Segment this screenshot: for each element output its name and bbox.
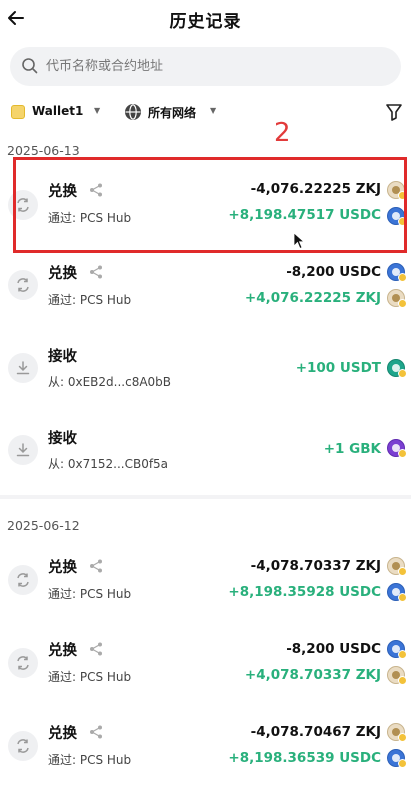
tx-subtitle: 从: 0xEB2d...c8A0bB	[48, 375, 172, 389]
chevron-down-icon[interactable]: ▼	[210, 106, 216, 115]
section-divider	[0, 495, 411, 499]
zkj-token-icon	[387, 289, 407, 308]
tx-amount-out: -4,078.70467 ZKJ	[250, 724, 381, 740]
share-icon[interactable]	[89, 559, 103, 573]
usdc-token-icon	[387, 640, 407, 659]
tx-type: 兑换	[48, 184, 77, 200]
zkj-token-icon	[387, 557, 407, 576]
tx-row[interactable]: 兑换 通过: PCS Hub -8,200 USDC +4,076.22225 …	[0, 252, 411, 322]
annotation-number: 2	[274, 118, 291, 148]
tx-subtitle: 通过: PCS Hub	[48, 211, 132, 225]
search-input[interactable]	[46, 56, 386, 76]
tx-amount-in: +8,198.47517 USDC	[228, 207, 381, 223]
filter-bar: Wallet1 ▼ 所有网络 ▼	[8, 101, 403, 123]
tx-amount-in: +4,076.22225 ZKJ	[244, 290, 381, 306]
tx-subtitle: 通过: PCS Hub	[48, 670, 132, 684]
share-icon[interactable]	[89, 642, 103, 656]
usdt-token-icon	[387, 359, 407, 378]
receive-icon	[8, 435, 38, 465]
tx-row[interactable]: 接收 从: 0x7152...CB0f5a +1 GBK	[0, 417, 411, 487]
tx-subtitle: 通过: PCS Hub	[48, 753, 132, 767]
tx-row[interactable]: 兑换 通过: PCS Hub -4,076.22225 ZKJ +8,198.4…	[0, 170, 411, 240]
swap-icon	[8, 270, 38, 300]
search-icon	[22, 58, 38, 74]
receive-icon	[8, 353, 38, 383]
zkj-token-icon	[387, 723, 407, 742]
tx-amount-out: -8,200 USDC	[286, 264, 381, 280]
tx-amount-out: -8,200 USDC	[286, 641, 381, 657]
swap-icon	[8, 731, 38, 761]
swap-icon	[8, 565, 38, 595]
tx-type: 兑换	[48, 643, 77, 659]
date-header: 2025-06-13	[7, 143, 80, 158]
tx-type: 接收	[48, 431, 77, 447]
page-title: 历史记录	[169, 12, 242, 32]
tx-amount-in: +1 GBK	[323, 441, 381, 457]
tx-amount-out: -4,078.70337 ZKJ	[250, 558, 381, 574]
tx-subtitle: 通过: PCS Hub	[48, 587, 132, 601]
header: 历史记录	[0, 0, 411, 36]
network-selector[interactable]: 所有网络	[148, 104, 196, 121]
tx-subtitle: 通过: PCS Hub	[48, 293, 132, 307]
swap-icon	[8, 190, 38, 220]
tx-row[interactable]: 接收 从: 0xEB2d...c8A0bB +100 USDT	[0, 335, 411, 405]
tx-type: 兑换	[48, 726, 77, 742]
tx-subtitle: 从: 0x7152...CB0f5a	[48, 457, 169, 471]
tx-amount-out: -4,076.22225 ZKJ	[250, 181, 381, 197]
wallet-selector[interactable]: Wallet1	[32, 104, 83, 118]
swap-icon	[8, 648, 38, 678]
wallet-icon	[11, 105, 25, 119]
share-icon[interactable]	[89, 183, 103, 197]
tx-row[interactable]: 兑换 通过: PCS Hub -4,078.70337 ZKJ +8,198.3…	[0, 547, 411, 617]
share-icon[interactable]	[89, 725, 103, 739]
filter-icon[interactable]	[386, 103, 402, 121]
tx-amount-in: +8,198.36539 USDC	[228, 750, 381, 766]
zkj-token-icon	[387, 181, 407, 200]
zkj-token-icon	[387, 666, 407, 685]
tx-type: 兑换	[48, 266, 77, 282]
tx-type: 兑换	[48, 560, 77, 576]
usdc-token-icon	[387, 583, 407, 602]
gbk-token-icon	[387, 439, 407, 458]
tx-amount-in: +8,198.35928 USDC	[228, 584, 381, 600]
tx-row[interactable]: 兑换 通过: PCS Hub -4,078.70467 ZKJ +8,198.3…	[0, 713, 411, 783]
usdc-token-icon	[387, 263, 407, 282]
globe-icon	[125, 104, 141, 120]
search-bar[interactable]	[10, 47, 401, 86]
usdc-token-icon	[387, 207, 407, 226]
tx-amount-in: +4,078.70337 ZKJ	[244, 667, 381, 683]
usdc-token-icon	[387, 749, 407, 768]
tx-amount-in: +100 USDT	[295, 360, 381, 376]
date-header: 2025-06-12	[7, 518, 80, 533]
mouse-cursor-icon	[293, 232, 305, 250]
chevron-down-icon[interactable]: ▼	[94, 106, 100, 115]
tx-row[interactable]: 兑换 通过: PCS Hub -8,200 USDC +4,078.70337 …	[0, 630, 411, 700]
share-icon[interactable]	[89, 265, 103, 279]
tx-type: 接收	[48, 349, 77, 365]
